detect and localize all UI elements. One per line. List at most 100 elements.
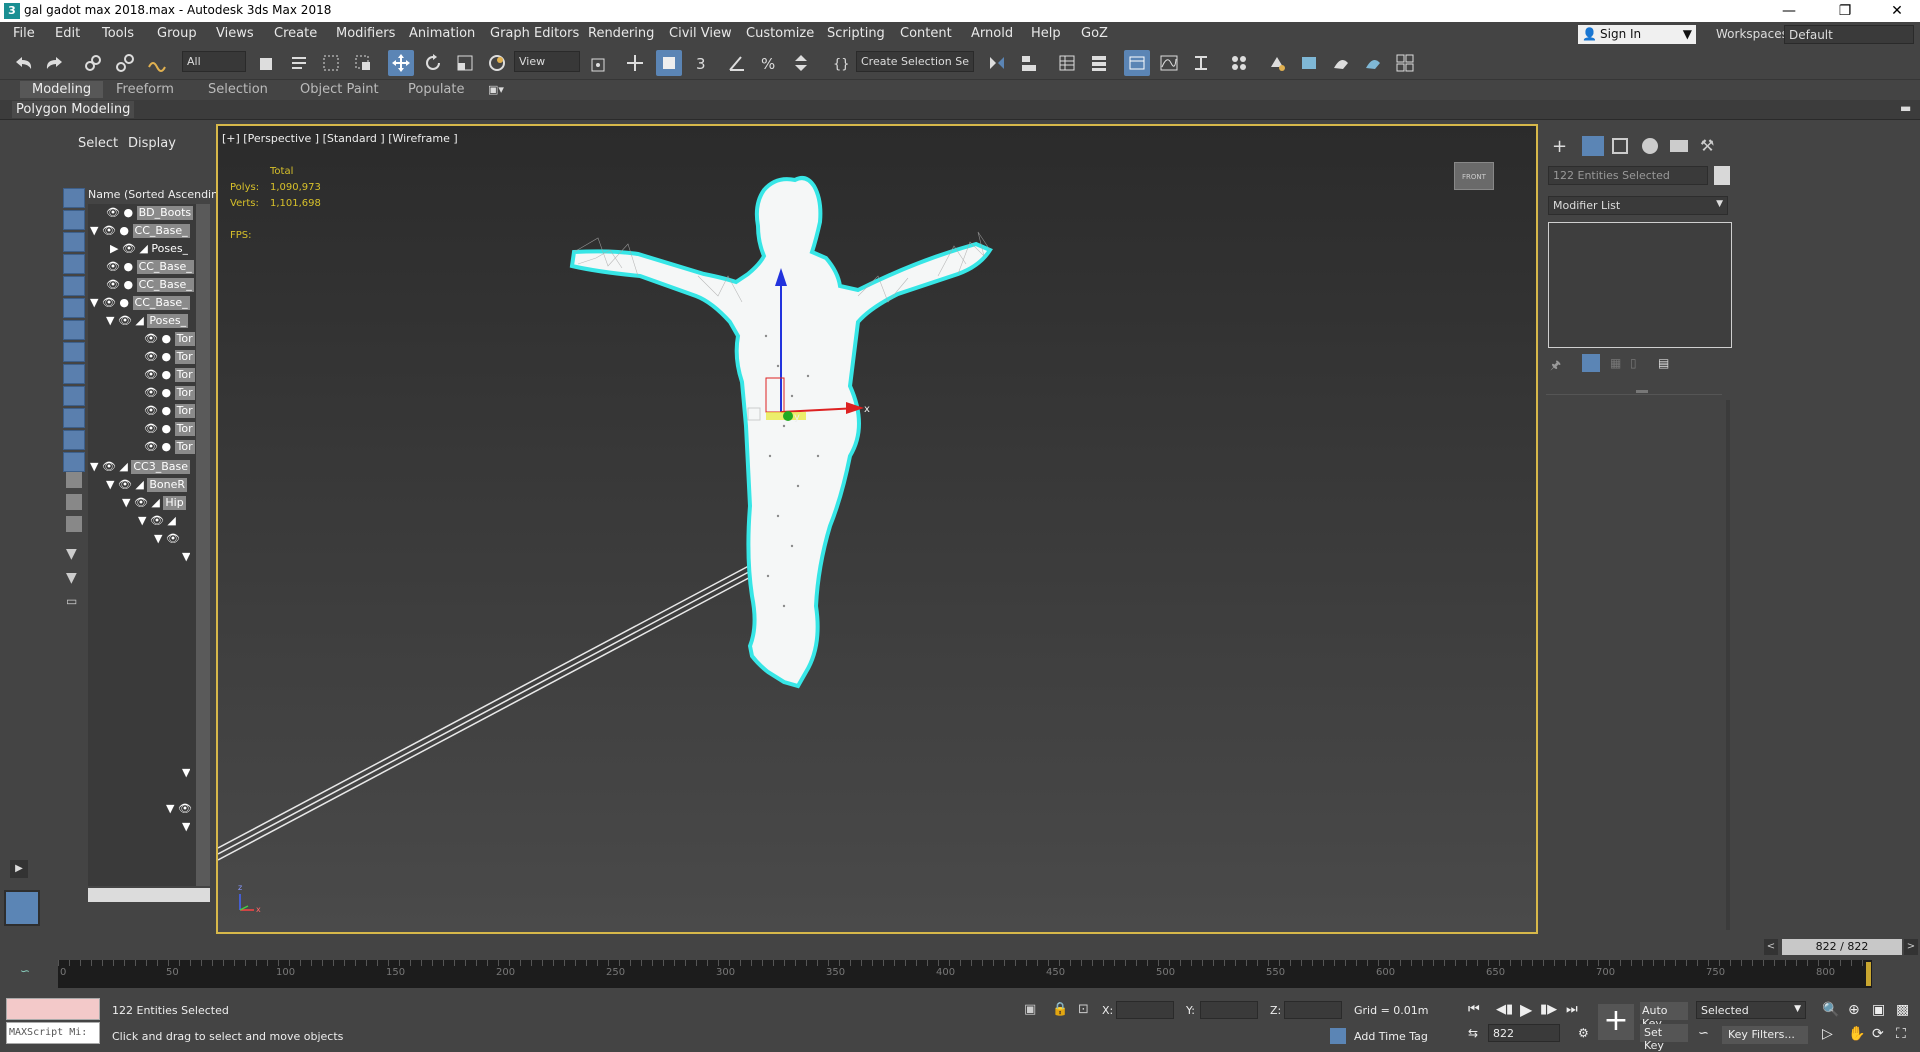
tree-item-tor-6[interactable]: 👁 ● Tor (144, 422, 195, 440)
tree-item-tor-4[interactable]: 👁 ● Tor (144, 386, 195, 404)
curve-editor-icon[interactable] (1156, 50, 1182, 76)
unlink-icon[interactable] (112, 50, 138, 76)
absolute-mode-icon[interactable]: ⊡ (1078, 1002, 1089, 1017)
schematic-view-icon[interactable] (1188, 50, 1214, 76)
select-object-icon[interactable] (254, 50, 280, 76)
funnel-filter-icon[interactable]: ▼ (66, 546, 77, 562)
tree-item-cc-base-2[interactable]: 👁 ● CC_Base_ (106, 260, 194, 278)
tab-selection[interactable]: Selection (208, 82, 268, 97)
curve-editor-mini-icon[interactable]: ∽ (20, 964, 30, 978)
mirror-icon[interactable] (984, 50, 1010, 76)
menu-customize[interactable]: Customize (746, 26, 814, 41)
align-icon[interactable] (1016, 50, 1042, 76)
menu-help[interactable]: Help (1031, 26, 1061, 41)
tab-object-paint[interactable]: Object Paint (300, 82, 379, 97)
orbit-icon[interactable]: ⟳ (1872, 1026, 1884, 1042)
isolate-selection-icon[interactable]: ▣ (1024, 1002, 1036, 1017)
tree-item-hip[interactable]: ▼ 👁 ◢ Hip (122, 496, 186, 514)
utilities-tab-icon[interactable]: ⚒ (1700, 136, 1714, 155)
x-coordinate-field[interactable] (1116, 1001, 1174, 1019)
maxscript-mini-listener[interactable]: MAXScript Mi: (6, 1022, 100, 1044)
rollout-handle[interactable] (1636, 390, 1648, 393)
tree-item-tor-1[interactable]: 👁 ● Tor (144, 332, 195, 350)
object-color-swatch[interactable] (1714, 166, 1730, 185)
undo-icon[interactable] (10, 50, 36, 76)
next-frame-icon[interactable]: ▮▶ (1540, 1002, 1557, 1017)
tab-modeling[interactable]: Modeling (20, 81, 104, 98)
zoom-extents-icon[interactable]: ▣ (1872, 1002, 1885, 1018)
set-key-button[interactable]: Set Key (1640, 1024, 1688, 1052)
display-xrefs-icon[interactable] (63, 364, 85, 384)
select-and-rotate-icon[interactable] (420, 50, 446, 76)
named-selection-dropdown[interactable]: Create Selection Se (856, 51, 974, 72)
tree-item-tor-3[interactable]: 👁 ● Tor (144, 368, 195, 386)
tree-item-cc3-base[interactable]: ▼ 👁 ◢ CC3_Base (90, 460, 191, 478)
link-icon[interactable] (80, 50, 106, 76)
key-filters-button[interactable]: Key Filters... (1722, 1026, 1808, 1044)
minimize-icon[interactable]: — (1766, 0, 1812, 22)
bind-spacewarp-icon[interactable] (144, 50, 170, 76)
zoom-all-icon[interactable]: ⊕ (1848, 1002, 1860, 1018)
tab-freeform[interactable]: Freeform (116, 82, 174, 97)
menu-create[interactable]: Create (274, 26, 317, 41)
modifier-stack[interactable] (1548, 222, 1732, 348)
invert-display-icon[interactable] (66, 516, 82, 532)
play-icon[interactable]: ▶ (1520, 1000, 1532, 1019)
use-pivot-center-icon[interactable] (586, 50, 612, 76)
display-helpers-icon[interactable] (63, 298, 85, 318)
tree-item-cc-base-4[interactable]: ▼ 👁 ● CC_Base_ (90, 296, 190, 314)
object-name-field[interactable]: 122 Entities Selected (1548, 166, 1708, 185)
sign-in-button[interactable]: 👤 Sign In ▼ (1578, 25, 1696, 44)
display-containers-icon[interactable] (63, 408, 85, 428)
restore-icon[interactable]: ❐ (1822, 0, 1868, 22)
close-icon[interactable]: ✕ (1874, 0, 1920, 22)
redo-icon[interactable] (42, 50, 68, 76)
menu-edit[interactable]: Edit (55, 26, 80, 41)
percent-snap-icon[interactable]: % (756, 50, 782, 76)
select-and-scale-icon[interactable] (452, 50, 478, 76)
tree-horizontal-scrollbar[interactable] (88, 888, 210, 902)
time-configuration-icon[interactable]: ⚙ (1578, 1026, 1589, 1040)
filter-icon[interactable]: ▼ (66, 570, 77, 586)
menu-civil-view[interactable]: Civil View (669, 26, 732, 41)
pan-view-icon[interactable]: ✋ (1848, 1026, 1865, 1042)
display-groups-icon[interactable] (63, 342, 85, 362)
snaps-toggle-icon[interactable]: 3 (692, 50, 718, 76)
tab-populate[interactable]: Populate (408, 82, 465, 97)
modify-tab-icon[interactable] (1582, 136, 1604, 156)
tree-scrollbar[interactable] (196, 204, 210, 886)
workspaces-select[interactable]: Default (1784, 25, 1914, 44)
render-production-icon[interactable] (1328, 50, 1354, 76)
current-frame-marker[interactable] (1866, 962, 1871, 986)
time-slider-thumb[interactable]: 822 / 822 (1782, 939, 1902, 955)
tree-item-child-3[interactable]: ▼ (182, 550, 190, 568)
select-by-name-icon[interactable] (286, 50, 312, 76)
tree-item-child-6[interactable]: ▼ (182, 820, 190, 838)
maximize-viewport-icon[interactable]: ⛶ (1896, 1026, 1906, 1042)
go-to-start-icon[interactable]: ⏮ (1468, 1002, 1480, 1017)
tree-item-tor-5[interactable]: 👁 ● Tor (144, 404, 195, 422)
character-mesh[interactable] (569, 176, 993, 689)
display-shapes-icon[interactable] (63, 232, 85, 252)
spinner-snap-icon[interactable] (788, 50, 814, 76)
scene-geometry[interactable]: x y z x (218, 126, 1536, 932)
display-hidden-icon[interactable] (63, 452, 85, 472)
auto-key-button[interactable]: Auto Key (1640, 1002, 1688, 1030)
tree-item-cc-base-1[interactable]: ▼ 👁 ● CC_Base_ (90, 224, 190, 242)
keyboard-shortcut-override-icon[interactable] (656, 50, 682, 76)
key-mode-dropdown[interactable]: Selected ▼ (1696, 1001, 1806, 1019)
selection-filter-dropdown[interactable]: All (182, 51, 246, 72)
select-and-place-icon[interactable] (484, 50, 510, 76)
menu-group[interactable]: Group (157, 26, 197, 41)
tree-item-tor-2[interactable]: 👁 ● Tor (144, 350, 195, 368)
scene-explorer-tab-display[interactable]: Display (128, 136, 176, 151)
menu-views[interactable]: Views (216, 26, 254, 41)
menu-tools[interactable]: Tools (102, 26, 134, 41)
tree-item-poses-1[interactable]: ▶ 👁 ◢ Poses_ (110, 242, 188, 260)
rect-selection-region-icon[interactable] (318, 50, 344, 76)
make-unique-icon[interactable]: ▦ (1610, 356, 1621, 370)
reference-coord-dropdown[interactable]: View (514, 51, 580, 72)
default-in-out-tangents-icon[interactable]: ∽ (1698, 1026, 1709, 1041)
y-coordinate-field[interactable] (1200, 1001, 1258, 1019)
scene-explorer-toggle-icon[interactable] (1054, 50, 1080, 76)
